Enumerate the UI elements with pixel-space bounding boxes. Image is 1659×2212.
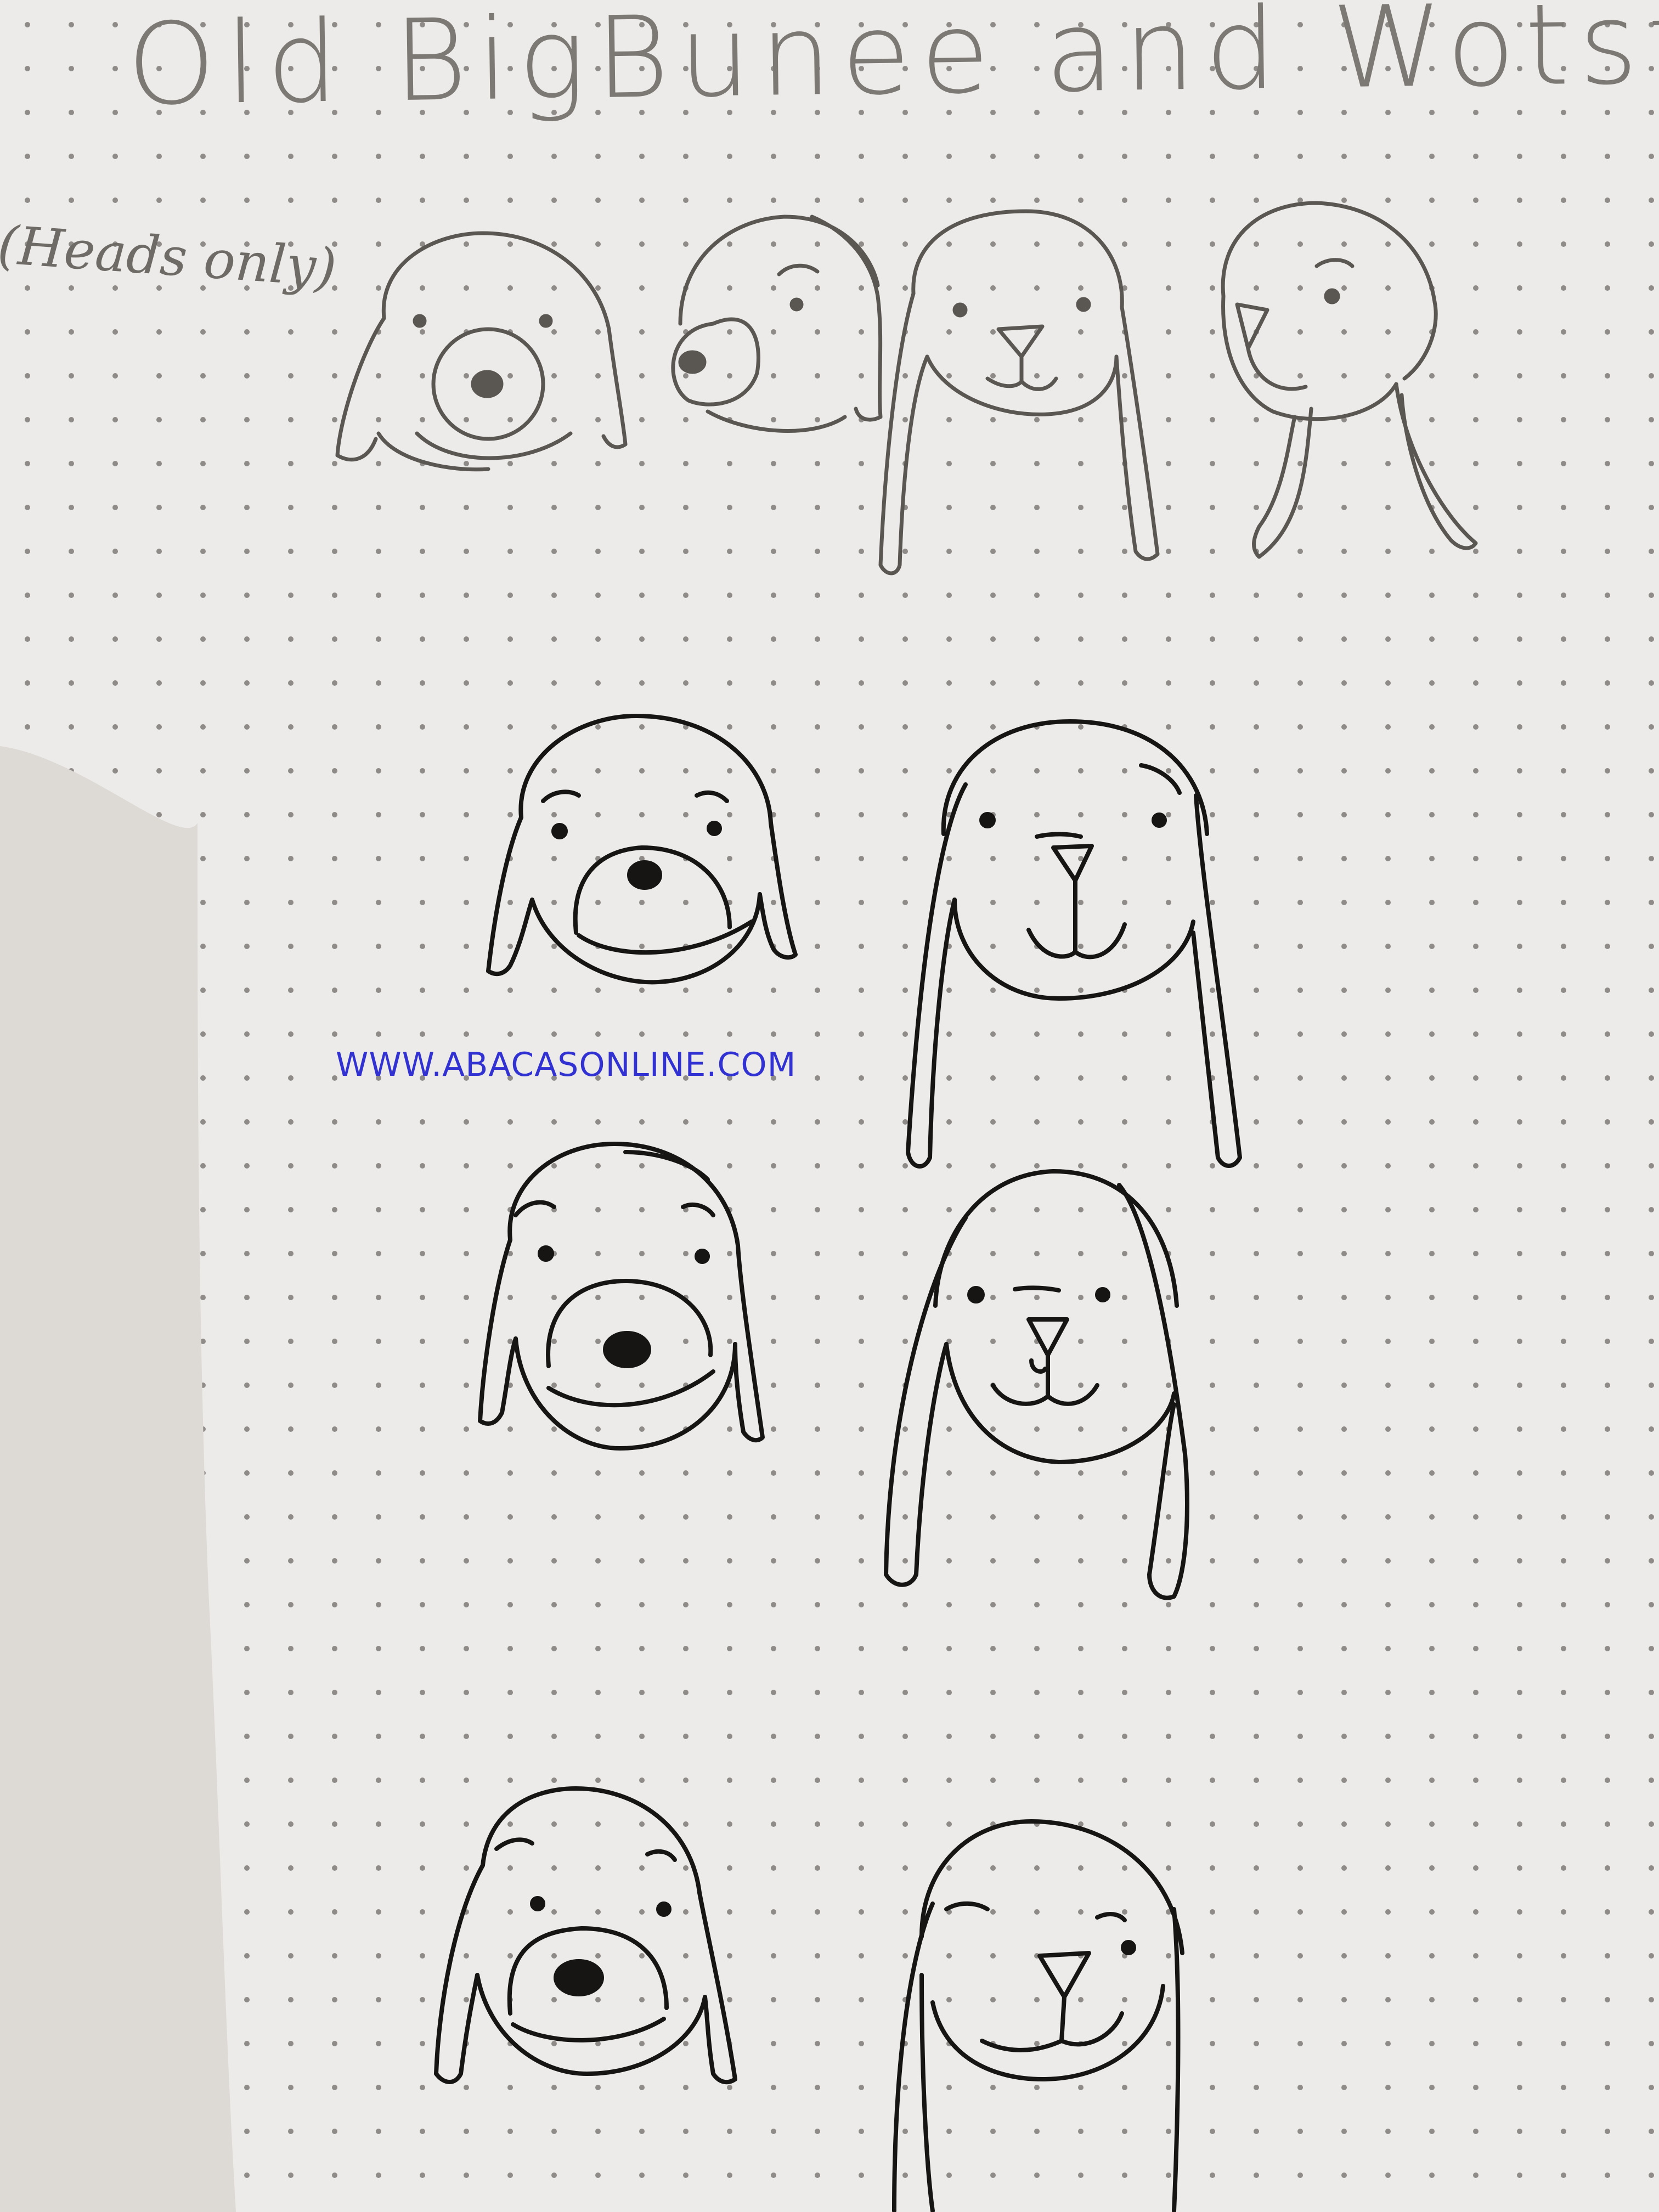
pencil-bunny-side xyxy=(1221,201,1478,559)
ink-dog-1 xyxy=(486,714,798,985)
sketches xyxy=(335,201,1478,2212)
ink-bunny-1 xyxy=(906,719,1242,1169)
pencil-dog-front xyxy=(335,231,628,472)
ink-dog-3 xyxy=(434,1786,737,2085)
ink-bunny-2 xyxy=(884,1169,1189,1600)
pencil-dog-side xyxy=(671,215,883,433)
ink-dog-2 xyxy=(478,1142,765,1451)
notebook-page: Old BigBunee and Wotster (Heads only) WW… xyxy=(0,0,1659,2212)
watermark-text: WWW.ABACASONLINE.COM xyxy=(336,1046,797,1084)
pencil-bunny-front xyxy=(878,209,1160,575)
ink-bunny-3 xyxy=(892,1819,1184,2212)
